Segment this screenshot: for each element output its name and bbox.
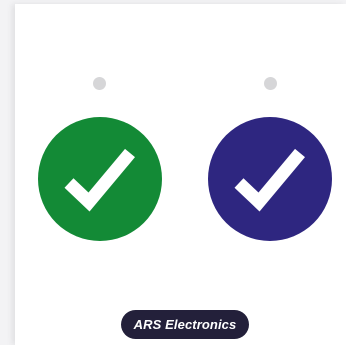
indicator-dot[interactable] [264, 77, 277, 90]
green-check-circle-icon [38, 117, 162, 241]
check-icon [208, 117, 332, 241]
screen: ARS Electronics [0, 0, 346, 345]
check-icon [38, 117, 162, 241]
brand-label: ARS Electronics [133, 317, 237, 332]
indicator-dot[interactable] [93, 77, 106, 90]
indigo-check-circle-icon [208, 117, 332, 241]
brand-badge: ARS Electronics [121, 310, 249, 339]
